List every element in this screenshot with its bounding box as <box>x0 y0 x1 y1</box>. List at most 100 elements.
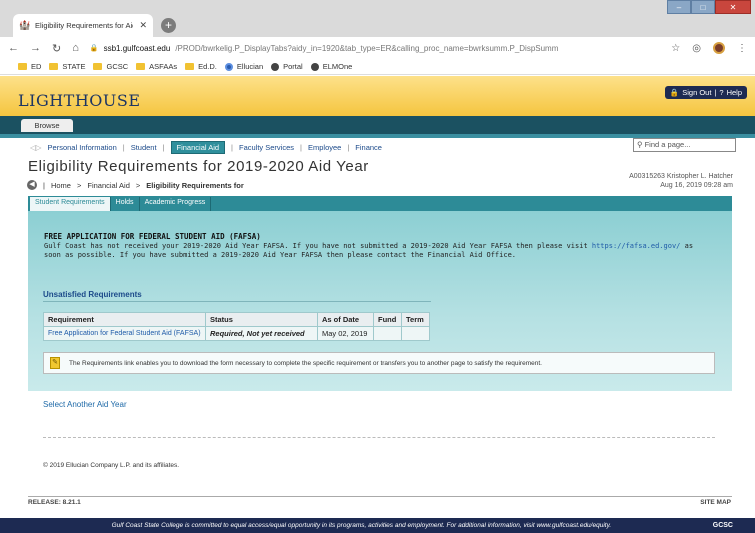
back-icon[interactable]: ← <box>8 42 19 54</box>
bookmark-state[interactable]: STATE <box>49 62 85 71</box>
back-arrow-icon[interactable]: ◀ <box>27 180 37 190</box>
bookmark-asfaas[interactable]: ASFAAs <box>136 62 177 71</box>
help-icon: ? <box>719 88 724 97</box>
bookmark-gcsc[interactable]: GCSC <box>93 62 128 71</box>
fafsa-link[interactable]: https://fafsa.ed.gov/ <box>592 242 681 250</box>
divider <box>28 496 732 497</box>
help-button[interactable]: Help <box>727 88 742 97</box>
user-id-name: A00315263 Kristopher L. Hatcher <box>629 173 733 180</box>
lighthouse-logo[interactable]: LIGHTHOUSE <box>18 91 141 110</box>
separator: | <box>231 142 233 152</box>
nav-personal-information[interactable]: Personal Information <box>48 143 117 152</box>
lock-icon: 🔒 <box>89 45 99 52</box>
folder-icon <box>136 63 146 70</box>
tab-academic-progress[interactable]: Academic Progress <box>140 197 212 211</box>
search-icon: ⚲ <box>637 140 643 149</box>
tab-holds[interactable]: Holds <box>111 197 140 211</box>
browse-tab[interactable]: Browse <box>21 119 73 132</box>
maximize-button[interactable]: □ <box>691 0 715 14</box>
copyright: © 2019 Ellucian Company L.P. and its aff… <box>43 462 180 469</box>
separator: > <box>76 180 82 190</box>
bottom-bar: Gulf Coast State College is committed to… <box>0 518 755 533</box>
sub-tabs: Student Requirements Holds Academic Prog… <box>28 196 732 211</box>
separator: | <box>162 142 165 152</box>
select-aid-year-link[interactable]: Select Another Aid Year <box>43 400 127 409</box>
timestamp: Aug 16, 2019 09:28 am <box>660 182 733 189</box>
col-status: Status <box>205 312 318 327</box>
home-icon[interactable]: ⌂ <box>72 42 79 54</box>
sign-out-button[interactable]: Sign Out <box>682 88 711 97</box>
table-row: Free Application for Federal Student Aid… <box>43 326 430 341</box>
url-path: /PROD/bwrkelig.P_DisplayTabs?aidy_in=192… <box>175 43 559 53</box>
top-nav: ◁▷ Personal Information | Student | Fina… <box>30 140 382 154</box>
equity-statement: Gulf Coast State College is committed to… <box>111 522 612 529</box>
separator: | <box>43 180 45 190</box>
col-term: Term <box>401 312 430 327</box>
star-icon[interactable]: ☆ <box>671 43 680 54</box>
bookmark-elmone[interactable]: ELMOne <box>310 62 352 71</box>
lighthouse-icon: 🏰 <box>19 20 31 31</box>
close-icon[interactable]: ✕ <box>139 20 147 31</box>
gcsc-label: GCSC <box>712 522 733 529</box>
nav-faculty-services[interactable]: Faculty Services <box>239 143 294 152</box>
elmone-icon <box>310 62 319 71</box>
bookmark-portal[interactable]: Portal <box>271 62 303 71</box>
new-tab-button[interactable]: + <box>161 18 176 33</box>
separator: | <box>347 142 350 152</box>
extension-icon[interactable]: ◎ <box>692 43 701 54</box>
requirement-status: Required, Not yet received <box>205 326 318 341</box>
nav-arrows-icon[interactable]: ◁▷ <box>30 143 42 152</box>
nav-finance[interactable]: Finance <box>355 143 382 152</box>
requirement-date: May 02, 2019 <box>317 326 374 341</box>
breadcrumb-financial-aid[interactable]: Financial Aid <box>87 181 130 190</box>
close-window-button[interactable]: ✕ <box>715 0 751 14</box>
window-controls: – □ ✕ <box>667 0 751 14</box>
info-note: ✎ The Requirements link enables you to d… <box>43 352 715 374</box>
banner-buttons: 🔒 Sign Out | ? Help <box>664 86 747 99</box>
bookmark-ed[interactable]: ED <box>18 62 41 71</box>
bookmark-ellucian[interactable]: Ellucian <box>224 62 263 71</box>
portal-icon <box>271 62 280 71</box>
site-map-link[interactable]: SITE MAP <box>700 499 731 506</box>
requirement-term <box>401 326 430 341</box>
requirements-table: Requirement Status As of Date Fund Term … <box>43 312 430 341</box>
folder-icon <box>93 63 103 70</box>
separator: | <box>300 142 302 152</box>
col-requirement: Requirement <box>43 312 206 327</box>
user-info: A00315263 Kristopher L. Hatcher Aug 16, … <box>629 172 733 190</box>
breadcrumb-current: Eligibility Requirements for <box>146 180 244 190</box>
release-version: RELEASE: 8.21.1 <box>28 499 81 506</box>
info-note-text: The Requirements link enables you to dow… <box>69 359 542 367</box>
fafsa-message: Gulf Coast has not received your 2019-20… <box>44 242 694 259</box>
nav-student[interactable]: Student <box>131 143 157 152</box>
nav-financial-aid[interactable]: Financial Aid <box>170 140 226 154</box>
breadcrumb-home[interactable]: Home <box>51 181 71 190</box>
separator: | <box>122 142 125 152</box>
avatar[interactable] <box>713 42 725 54</box>
folder-icon <box>49 63 59 70</box>
fafsa-title: FREE APPLICATION FOR FEDERAL STUDENT AID… <box>44 232 261 241</box>
note-icon: ✎ <box>50 357 60 369</box>
browser-tab-strip: 🏰 Eligibility Requirements for Aid Y ✕ +… <box>0 0 755 37</box>
minimize-button[interactable]: – <box>667 0 691 14</box>
divider <box>43 437 715 438</box>
requirement-link[interactable]: Free Application for Federal Student Aid… <box>43 326 206 341</box>
separator: | <box>714 88 717 97</box>
menu-bar: Browse <box>0 116 755 134</box>
url-field[interactable]: 🔒 ssb1.gulfcoast.edu/PROD/bwrkelig.P_Dis… <box>90 44 660 53</box>
find-page-input[interactable]: ⚲ Find a page... <box>633 138 736 152</box>
forward-icon[interactable]: → <box>30 42 41 54</box>
reload-icon[interactable]: ↻ <box>52 42 61 55</box>
bookmark-edd[interactable]: Ed.D. <box>185 62 217 71</box>
ellucian-icon <box>224 62 233 71</box>
site-banner: LIGHTHOUSE 🔒 Sign Out | ? Help <box>0 76 755 116</box>
address-bar-row: ← → ↻ ⌂ 🔒 ssb1.gulfcoast.edu/PROD/bwrkel… <box>0 37 755 59</box>
tab-student-requirements[interactable]: Student Requirements <box>30 197 111 211</box>
nav-employee[interactable]: Employee <box>308 143 341 152</box>
menu-icon[interactable]: ⋮ <box>737 43 747 54</box>
page-title: Eligibility Requirements for 2019-2020 A… <box>28 158 369 175</box>
lock-icon: 🔒 <box>669 88 680 97</box>
unsatisfied-heading: Unsatisfied Requirements <box>43 290 142 299</box>
browser-tab[interactable]: 🏰 Eligibility Requirements for Aid Y ✕ <box>13 14 153 37</box>
col-as-of-date: As of Date <box>317 312 374 327</box>
